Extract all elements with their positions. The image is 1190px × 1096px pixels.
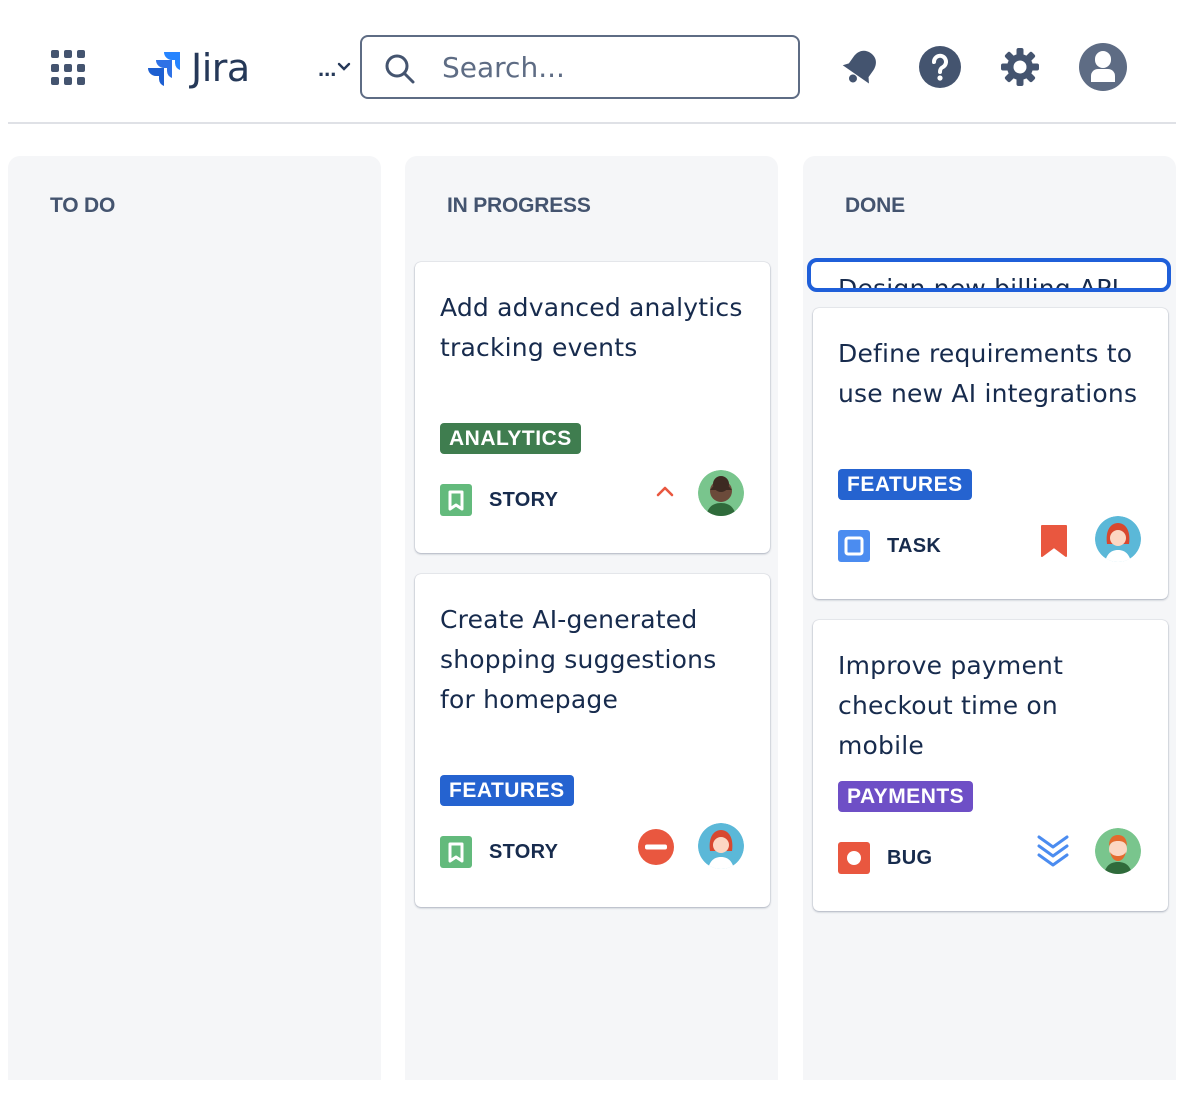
avatar-person-icon (1095, 516, 1141, 562)
search-icon (385, 54, 415, 84)
card-summary: Improve payment checkout time on mobile (838, 651, 1064, 760)
jira-logo-icon (148, 52, 180, 86)
jira-logo[interactable]: Jira (143, 44, 250, 92)
column-in-progress: IN PROGRESS Add advanced analytics track… (405, 156, 778, 1080)
avatar-person-icon (1095, 828, 1141, 874)
priority-blocker-icon (638, 829, 674, 865)
card-summary: Add advanced analytics tracking events (440, 293, 743, 362)
bug-icon (838, 842, 870, 874)
user-avatar-icon[interactable] (1078, 42, 1128, 92)
settings-gear-icon[interactable] (997, 44, 1043, 90)
column-done: DONE Define requirements to use new AI i… (803, 156, 1176, 1080)
top-navigation: Jira ... (8, 0, 1176, 124)
issue-card[interactable]: Create AI-generated shopping suggestions… (415, 574, 770, 907)
assignee-avatar[interactable] (1095, 828, 1141, 874)
story-icon (440, 484, 472, 516)
card-issue-type: TASK (838, 530, 941, 562)
card-label: FEATURES (440, 775, 574, 806)
issue-card[interactable]: Improve payment checkout time on mobile … (813, 620, 1168, 911)
column-title: TO DO (50, 194, 116, 217)
more-label: ... (318, 56, 337, 81)
card-summary: Design new billing API (838, 274, 1120, 292)
column-title: IN PROGRESS (447, 194, 591, 217)
issue-card[interactable]: Define requirements to use new AI integr… (813, 308, 1168, 599)
priority-medium-icon (656, 486, 674, 497)
issue-type-label: BUG (887, 846, 933, 869)
column-title: DONE (845, 194, 905, 217)
app-window: Jira ... Search... TO DO IN PROGRESS Add… (0, 0, 1190, 1096)
priority-flag-icon (1041, 525, 1067, 557)
chevron-down-icon (338, 62, 351, 71)
card-summary: Create AI-generated shopping suggestions… (440, 605, 717, 714)
card-issue-type: BUG (838, 842, 932, 874)
story-icon (440, 836, 472, 868)
avatar-person-icon (698, 823, 744, 869)
search-input[interactable] (442, 49, 782, 85)
card-label: ANALYTICS (440, 423, 581, 454)
card-label: PAYMENTS (838, 781, 974, 812)
issue-type-label: STORY (489, 488, 559, 511)
task-icon (838, 530, 870, 562)
card-summary: Define requirements to use new AI integr… (838, 339, 1138, 408)
notifications-bell-icon[interactable] (838, 44, 884, 90)
issue-type-label: STORY (489, 840, 559, 863)
assignee-avatar[interactable] (698, 823, 744, 869)
more-projects-menu[interactable]: ... (318, 54, 351, 84)
dragging-issue-card[interactable]: Design new billing API (807, 258, 1171, 292)
card-label: FEATURES (838, 469, 972, 500)
avatar-person-icon (698, 470, 744, 516)
card-issue-type: STORY (440, 484, 558, 516)
issue-card[interactable]: Add advanced analytics tracking events A… (415, 262, 770, 553)
column-todo: TO DO (8, 156, 381, 1080)
jira-wordmark: Jira (191, 46, 250, 90)
priority-lowest-icon (1037, 835, 1069, 867)
assignee-avatar[interactable] (698, 470, 744, 516)
card-issue-type: STORY (440, 836, 558, 868)
help-icon[interactable] (917, 44, 963, 90)
search-box[interactable] (360, 35, 800, 99)
assignee-avatar[interactable] (1095, 516, 1141, 562)
app-switcher-grid-icon[interactable] (51, 50, 87, 86)
issue-type-label: TASK (887, 534, 942, 557)
